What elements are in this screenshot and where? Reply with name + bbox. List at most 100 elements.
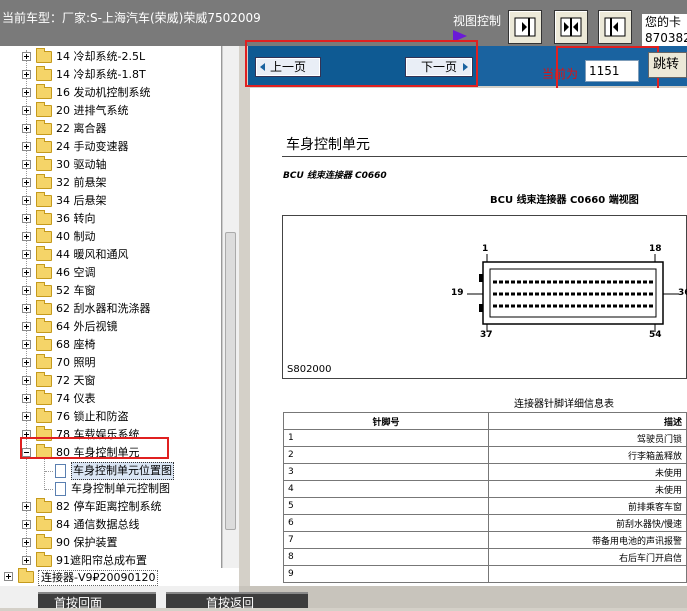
- expand-plus-icon[interactable]: [22, 124, 31, 133]
- tree-folder-item[interactable]: 76 锁止和防盗: [0, 408, 221, 426]
- tree-scrollbar-thumb[interactable]: [225, 232, 236, 530]
- pin-description-cell: 未使用: [488, 480, 687, 498]
- expand-plus-icon[interactable]: [22, 502, 31, 511]
- folder-icon: [36, 534, 52, 549]
- expand-plus-icon[interactable]: [22, 142, 31, 151]
- tree-folder-item[interactable]: 70 照明: [0, 354, 221, 372]
- expand-plus-icon[interactable]: [22, 322, 31, 331]
- pin-number-cell: 6: [283, 514, 489, 532]
- tree-folder-item[interactable]: 34 后悬架: [0, 192, 221, 210]
- jump-button[interactable]: 跳转: [648, 52, 687, 78]
- folder-icon: [36, 282, 52, 297]
- expand-plus-icon[interactable]: [22, 412, 31, 421]
- expand-plus-icon[interactable]: [22, 340, 31, 349]
- table-row: 2 行李箱盖释放: [283, 446, 687, 464]
- tree-item-label: 30 驱动轴: [56, 158, 107, 171]
- expand-plus-icon[interactable]: [22, 52, 31, 61]
- tree-item-label: 36 转向: [56, 212, 96, 225]
- expand-plus-icon[interactable]: [22, 232, 31, 241]
- footer-button-1[interactable]: 首按回面: [38, 592, 156, 610]
- tree-item-label: 车身控制单元控制图: [71, 482, 170, 495]
- section-title: 车身控制单元: [286, 137, 370, 153]
- view-split-button[interactable]: [554, 10, 588, 44]
- tree-folder-item[interactable]: 52 车窗: [0, 282, 221, 300]
- table-row: 8 右后车门开启信: [283, 548, 687, 566]
- tree-folder-item[interactable]: 64 外后视镜: [0, 318, 221, 336]
- tree-folder-item[interactable]: 74 仪表: [0, 390, 221, 408]
- pin-detail-table: 针脚号 描述 1 驾驶员门锁 2 行李箱盖释放 3 未使用 4 未使用 5 前排乘客车窗 6 前刮水器…: [283, 412, 687, 583]
- tree-folder-item[interactable]: 44 暖风和通风: [0, 246, 221, 264]
- tree-folder-item[interactable]: 24 手动变速器: [0, 138, 221, 156]
- expand-plus-icon[interactable]: [22, 394, 31, 403]
- tree-item-label: 46 空调: [56, 266, 96, 279]
- tree-folder-item[interactable]: 90 保护装置: [0, 534, 221, 552]
- tree-panel: 14 冷却系统-2.5L 14 冷却系统-1.8T 16 发动机控制系统 20 进排气…: [0, 46, 222, 568]
- tree-folder-item[interactable]: 30 驱动轴: [0, 156, 221, 174]
- table-row: 9: [283, 565, 687, 583]
- expand-plus-icon[interactable]: [4, 572, 13, 581]
- tree-folder-item[interactable]: 84 通信数据总线: [0, 516, 221, 534]
- tree-folder-item[interactable]: 40 制动: [0, 228, 221, 246]
- folder-icon: [36, 552, 52, 567]
- expand-plus-icon[interactable]: [22, 214, 31, 223]
- table-row: 1 驾驶员门锁: [283, 429, 687, 447]
- expand-plus-icon[interactable]: [22, 196, 31, 205]
- tree-folder-item[interactable]: 91遮阳帘总成布置: [0, 552, 221, 568]
- tree-doc-item[interactable]: 车身控制单元位置图: [0, 462, 221, 480]
- tree-item-label: 90 保护装置: [56, 536, 118, 549]
- tree-item-label: 16 发动机控制系统: [56, 86, 151, 99]
- tree-folder-item[interactable]: 46 空调: [0, 264, 221, 282]
- folder-icon: [36, 84, 52, 99]
- pin-number-cell: 5: [283, 497, 489, 515]
- expand-plus-icon[interactable]: [22, 268, 31, 277]
- expand-plus-icon[interactable]: [22, 376, 31, 385]
- connector-subtitle: BCU 线束连接器 C0660: [283, 171, 387, 181]
- tree-root-row[interactable]: 连接器-V9₽20090120: [0, 568, 239, 586]
- folder-icon: [36, 318, 52, 333]
- tree-folder-item[interactable]: 14 冷却系统-1.8T: [0, 66, 221, 84]
- pin-number-cell: 8: [283, 548, 489, 566]
- table-row: 4 未使用: [283, 480, 687, 498]
- tree-item-label: 70 照明: [56, 356, 96, 369]
- tree-folder-item[interactable]: 14 冷却系统-2.5L: [0, 48, 221, 66]
- tree-folder-item[interactable]: 72 天窗: [0, 372, 221, 390]
- expand-plus-icon[interactable]: [22, 286, 31, 295]
- user-card-info: 您的卡 8703828: [642, 14, 687, 46]
- folder-icon: [36, 210, 52, 225]
- tree-branch-line: [45, 471, 53, 472]
- pin-number-cell: 2: [283, 446, 489, 464]
- view-collapse-right-button[interactable]: [598, 10, 632, 44]
- folder-icon: [36, 390, 52, 405]
- expand-plus-icon[interactable]: [22, 88, 31, 97]
- figure-code: S802000: [287, 364, 332, 375]
- expand-plus-icon[interactable]: [22, 304, 31, 313]
- view-collapse-left-button[interactable]: [508, 10, 542, 44]
- tree-folder-item[interactable]: 16 发动机控制系统: [0, 84, 221, 102]
- folder-icon: [36, 336, 52, 351]
- expand-plus-icon[interactable]: [22, 70, 31, 79]
- folder-icon: [36, 372, 52, 387]
- tree-item-label: 车身控制单元位置图: [71, 462, 174, 480]
- folder-icon: [36, 498, 52, 513]
- expand-plus-icon[interactable]: [22, 250, 31, 259]
- tree-folder-item[interactable]: 32 前悬架: [0, 174, 221, 192]
- expand-plus-icon[interactable]: [22, 556, 31, 565]
- expand-plus-icon[interactable]: [22, 358, 31, 367]
- tree-folder-item[interactable]: 20 进排气系统: [0, 102, 221, 120]
- tree-folder-item[interactable]: 68 座椅: [0, 336, 221, 354]
- expand-plus-icon[interactable]: [22, 160, 31, 169]
- table-row: 7 带备用电池的声讯报警: [283, 531, 687, 549]
- expand-plus-icon[interactable]: [22, 178, 31, 187]
- pin-number-cell: 7: [283, 531, 489, 549]
- tree-item-label: 22 离合器: [56, 122, 107, 135]
- expand-plus-icon[interactable]: [22, 538, 31, 547]
- expand-plus-icon[interactable]: [22, 520, 31, 529]
- tree-folder-item[interactable]: 22 离合器: [0, 120, 221, 138]
- tree-folder-item[interactable]: 82 停车距离控制系统: [0, 498, 221, 516]
- expand-plus-icon[interactable]: [22, 106, 31, 115]
- tree-folder-item[interactable]: 62 刮水器和洗涤器: [0, 300, 221, 318]
- tree-folder-item[interactable]: 36 转向: [0, 210, 221, 228]
- footer-button-2[interactable]: 首按返回: [166, 592, 308, 610]
- tree-item-label: 20 进排气系统: [56, 104, 129, 117]
- tree-doc-item[interactable]: 车身控制单元控制图: [0, 480, 221, 498]
